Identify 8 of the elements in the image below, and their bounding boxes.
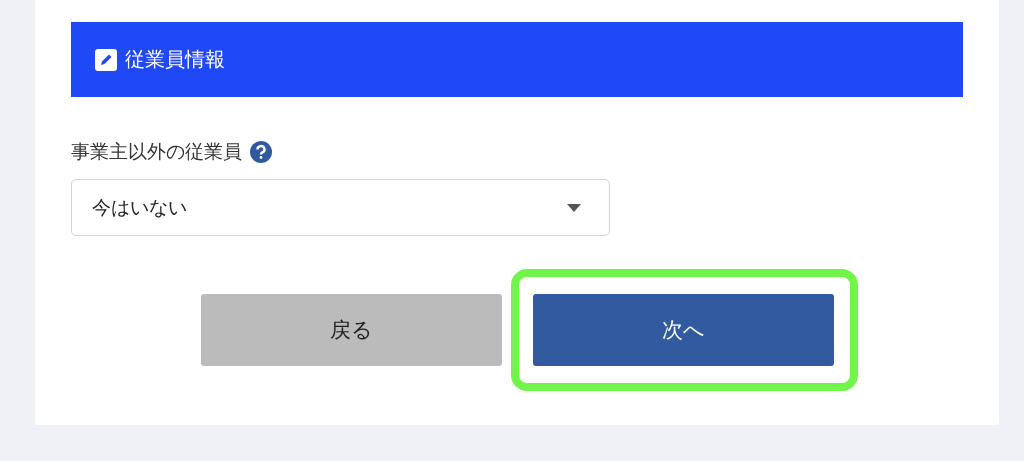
back-button[interactable]: 戻る <box>201 294 502 366</box>
edit-icon <box>95 48 117 71</box>
caret-icon <box>567 203 581 212</box>
next-button[interactable]: 次へ <box>533 294 834 366</box>
help-icon[interactable] <box>250 141 272 163</box>
employee-select[interactable]: 今はいない <box>71 179 610 236</box>
field-label: 事業主以外の従業員 <box>71 139 242 164</box>
section-title: 従業員情報 <box>125 46 225 73</box>
